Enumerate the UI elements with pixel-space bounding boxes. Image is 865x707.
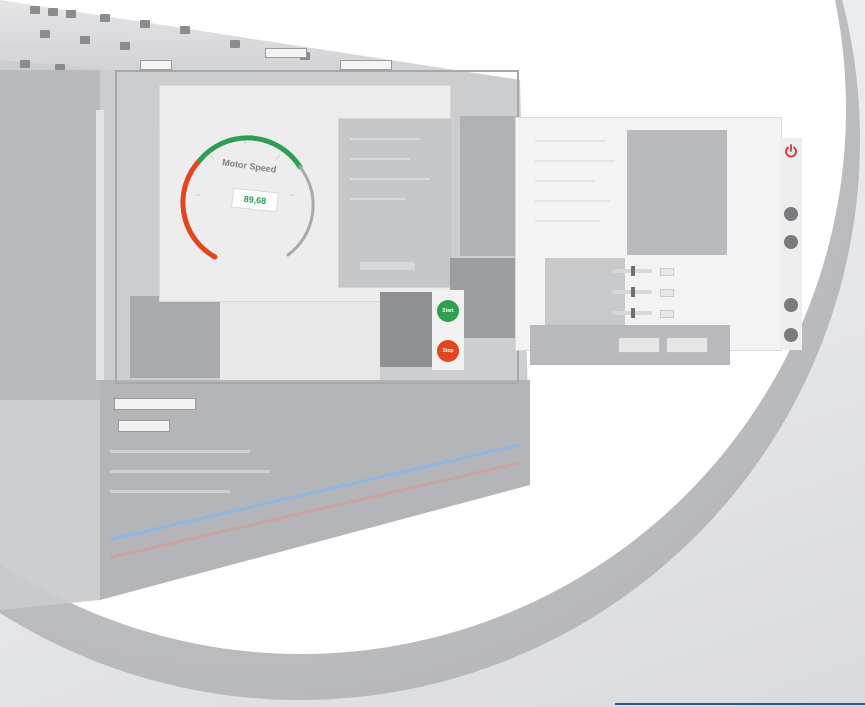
toolbar-icon[interactable] <box>30 6 40 14</box>
scrollbar[interactable] <box>96 110 104 380</box>
mid-panel-line <box>350 158 410 160</box>
slider-value[interactable] <box>660 268 674 276</box>
slider-handle[interactable] <box>631 287 635 297</box>
toolbar-icon[interactable] <box>180 26 190 34</box>
gauge-tick <box>275 154 281 160</box>
output-filter-input[interactable] <box>114 398 196 410</box>
settings-action-button[interactable] <box>666 337 708 353</box>
chevron-down-icon[interactable] <box>784 235 798 249</box>
toolbar-icon[interactable] <box>66 10 76 18</box>
accent-line <box>615 703 865 705</box>
stage: Motor Speed 89,68 Start Stop <box>0 0 865 707</box>
circle-icon[interactable] <box>784 298 798 312</box>
output-search-input[interactable] <box>118 420 170 432</box>
settings-line <box>535 200 610 202</box>
mid-panel-label <box>360 262 415 270</box>
toolbar-icon[interactable] <box>80 36 90 44</box>
settings-line <box>535 160 615 162</box>
stop-button[interactable]: Stop <box>437 340 459 362</box>
start-button[interactable]: Start <box>437 300 459 322</box>
slider-handle[interactable] <box>631 266 635 276</box>
output-line <box>110 450 250 453</box>
mid-panel-line <box>350 138 420 140</box>
toolbar-field[interactable] <box>140 60 172 70</box>
toolbar-icon[interactable] <box>230 40 240 48</box>
settings-action-button[interactable] <box>618 337 660 353</box>
chevron-up-icon[interactable] <box>784 207 798 221</box>
mid-panel-line <box>350 178 430 180</box>
gauge-arc-low <box>180 157 218 260</box>
settings-line <box>535 220 600 222</box>
layer-panel <box>460 116 520 256</box>
toolbar-icon[interactable] <box>120 42 130 50</box>
slider-handle[interactable] <box>631 308 635 318</box>
gauge-arc-rest <box>286 165 315 257</box>
toolbar-icon[interactable] <box>48 8 58 16</box>
power-icon[interactable] <box>783 143 799 159</box>
settings-image-area <box>627 130 727 255</box>
output-line <box>110 490 230 493</box>
toolbar-icon[interactable] <box>140 20 150 28</box>
left-panel <box>0 70 100 400</box>
layer-panel <box>380 292 435 367</box>
settings-line <box>535 180 595 182</box>
toolbar-field[interactable] <box>265 48 307 58</box>
toolbar-icon[interactable] <box>20 60 30 68</box>
toolbar-icon[interactable] <box>100 14 110 22</box>
toolbar-icon[interactable] <box>40 30 50 38</box>
gauge-tick <box>209 154 215 160</box>
slider-value[interactable] <box>660 289 674 297</box>
circle-icon[interactable] <box>784 328 798 342</box>
mid-panel-line <box>350 198 405 200</box>
output-line <box>110 470 270 473</box>
layer-panel <box>130 296 220 378</box>
toolbar-field[interactable] <box>340 60 392 70</box>
settings-line <box>535 140 605 142</box>
layer-panel <box>220 300 380 380</box>
slider-value[interactable] <box>660 310 674 318</box>
